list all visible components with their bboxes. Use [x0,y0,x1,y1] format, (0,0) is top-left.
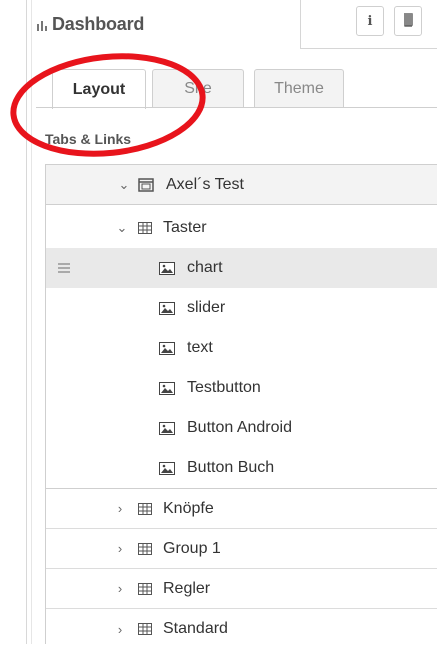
tree-widget-row[interactable]: Testbutton [46,368,437,408]
bar-chart-icon [36,18,50,32]
info-button[interactable]: i [356,6,384,36]
tree-widget-label: Testbutton [187,379,261,396]
tab-label: Site [184,79,212,97]
chevron-down-icon[interactable]: ⌄ [115,220,129,236]
help-button[interactable] [394,6,422,36]
image-widget-icon [159,301,175,315]
tree-group-label: Group 1 [163,539,221,557]
tree-group-row[interactable]: ⌄ Taster [46,208,437,248]
image-widget-icon [159,341,175,355]
tab-theme[interactable]: Theme [254,69,344,107]
tabs-links-tree: ⌄ Axel´s Test ⌄ Taster chart slider text [45,164,437,644]
drag-handle-icon[interactable] [58,261,70,276]
dashboard-title: Dashboard [52,14,145,34]
tree-widget-row[interactable]: chart [46,248,437,288]
tree-widget-row[interactable]: Button Buch [46,448,437,489]
tab-bar-divider [36,107,437,108]
tab-icon [138,177,154,192]
tab-site[interactable]: Site [152,69,244,107]
tree-widget-label: text [187,339,213,356]
chevron-down-icon[interactable]: ⌄ [117,177,131,193]
tab-label: Theme [274,79,324,97]
table-icon [138,582,152,595]
tree-group-label: Regler [163,579,211,597]
table-icon [138,542,152,555]
chevron-right-icon[interactable]: › [113,622,127,637]
tree-group-row[interactable]: › Regler [46,569,437,609]
tree-group-row[interactable]: › Group 1 [46,529,437,569]
panel-border-inner [31,0,32,644]
tree-widget-row[interactable]: Button Android [46,408,437,448]
sidebar-toolbar: i [300,0,437,49]
tree-group-label: Taster [163,219,207,236]
table-icon [138,623,152,635]
image-widget-icon [159,261,175,275]
tree-widget-label: slider [187,299,226,316]
chevron-right-icon[interactable]: › [113,581,127,596]
panel-border-left [26,0,27,644]
tree-widget-row[interactable]: text [46,328,437,368]
chevron-right-icon[interactable]: › [113,541,127,556]
tree-tab-label: Axel´s Test [166,175,244,193]
image-widget-icon [159,461,175,475]
chevron-right-icon[interactable]: › [113,501,127,516]
tree-group-label: Standard [163,620,228,637]
tab-label: Layout [72,80,126,98]
image-widget-icon [159,381,175,395]
tree-group-label: Knöpfe [163,499,214,517]
table-icon [138,502,152,515]
info-icon: i [367,13,373,29]
dashboard-header: Dashboard [36,14,144,35]
book-icon [402,12,414,30]
tree-group-row[interactable]: › Standard [46,609,437,649]
table-icon [138,222,152,234]
tree-widget-label: chart [187,259,223,276]
tree-tab-row[interactable]: ⌄ Axel´s Test [46,165,437,205]
image-widget-icon [159,421,175,435]
tree-widget-label: Button Buch [187,459,275,476]
tree-group-row[interactable]: › Knöpfe [46,489,437,529]
tree-widget-row[interactable]: slider [46,288,437,328]
section-heading: Tabs & Links [45,131,132,147]
tab-layout[interactable]: Layout [52,69,146,109]
tree-widget-label: Button Android [187,419,292,436]
